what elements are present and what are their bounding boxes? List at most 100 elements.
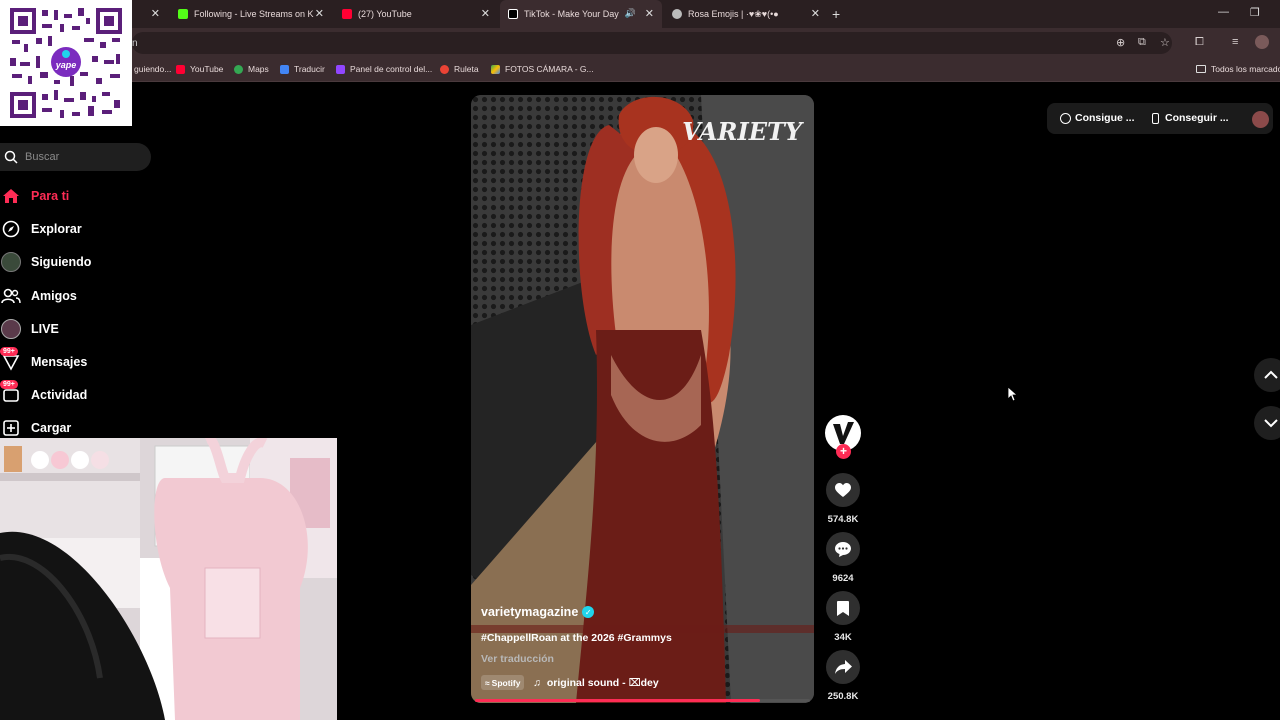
like-button[interactable]	[826, 473, 860, 507]
video-author[interactable]: varietymagazine ✓	[481, 605, 595, 619]
translate-link[interactable]: Ver traducción	[481, 653, 554, 665]
browser-tab-strip: ✕ Following - Live Streams on Ki... ✕ (2…	[0, 0, 1280, 28]
close-tab-icon[interactable]: ✕	[315, 8, 324, 20]
sidebar-item-label: Cargar	[31, 421, 72, 435]
media-control-icon[interactable]: ≡	[1232, 36, 1238, 48]
tiktok-favicon-icon	[508, 9, 518, 19]
sidebar-item-actividad[interactable]: 99+ Actividad	[0, 380, 88, 407]
video-caption[interactable]: #ChappellRoan at the 2026 #Grammys	[481, 632, 672, 644]
close-tab-icon[interactable]: ✕	[481, 8, 490, 20]
sidebar-item-para-ti[interactable]: Para ti	[0, 184, 69, 208]
bookmark-icon	[837, 600, 849, 616]
close-tab-icon[interactable]: ✕	[811, 8, 820, 20]
browser-tab[interactable]: Rosa Emojis | ·♥❀♥(•● ✕	[664, 0, 828, 28]
search-input[interactable]: Buscar	[0, 143, 151, 171]
sound-link[interactable]: ♫ original sound - ⌧dey	[533, 677, 659, 689]
previous-video-button[interactable]	[1254, 358, 1280, 392]
close-tab-icon[interactable]: ✕	[645, 8, 654, 20]
sidebar-item-live[interactable]: LIVE	[0, 317, 59, 341]
spotify-button[interactable]: ≈ Spotify	[481, 675, 525, 690]
bookmark-item[interactable]: Traducir	[280, 64, 325, 74]
extensions-icon[interactable]: ⧠	[1195, 36, 1204, 49]
mouse-cursor-icon	[1008, 387, 1018, 401]
restore-icon[interactable]: ❐	[1250, 6, 1260, 19]
webcam-feed-image	[0, 438, 337, 720]
browser-toolbar: n ⊕ ⧉ ☆ ⧠ ≡	[0, 28, 1280, 58]
sidebar-item-cargar[interactable]: Cargar	[0, 416, 71, 440]
share-count: 250.8K	[827, 691, 859, 702]
comment-button[interactable]	[826, 532, 860, 566]
sidebar-item-mensajes[interactable]: 99+ Mensajes	[0, 347, 88, 374]
bookmark-item[interactable]: FOTOS CÁMARA - G...	[491, 64, 594, 74]
search-placeholder: Buscar	[25, 151, 60, 163]
bookmark-label: Panel de control del...	[350, 64, 433, 74]
close-tab-icon[interactable]: ✕	[151, 8, 160, 20]
get-coins-button[interactable]: Consigue ...	[1060, 112, 1135, 124]
music-note-icon: ♫	[533, 677, 541, 689]
tab-label: TikTok - Make Your Day	[524, 9, 619, 19]
youtube-favicon-icon	[342, 9, 352, 19]
browser-tab[interactable]: Following - Live Streams on Ki... ✕	[170, 0, 332, 28]
profile-avatar-icon[interactable]	[1255, 35, 1269, 49]
share-arrow-icon	[834, 660, 852, 674]
bookmark-label: YouTube	[190, 64, 224, 74]
bookmark-item[interactable]: Panel de control del...	[336, 64, 432, 74]
upload-icon	[0, 417, 22, 439]
tab-label: (27) YouTube	[358, 9, 412, 19]
messages-icon: 99+	[0, 347, 22, 373]
following-avatar-icon	[0, 251, 22, 273]
qr-code-overlay: yape	[0, 0, 132, 126]
speaker-icon[interactable]: 🔊	[625, 8, 636, 19]
maps-icon	[234, 64, 243, 74]
kick-favicon-icon	[178, 9, 188, 19]
sidebar-item-amigos[interactable]: Amigos	[0, 284, 77, 308]
sidebar-item-label: Mensajes	[31, 355, 88, 369]
next-video-button[interactable]	[1254, 406, 1280, 440]
save-button[interactable]	[826, 591, 860, 625]
user-avatar[interactable]	[1252, 111, 1269, 128]
tab-label: Rosa Emojis | ·♥❀♥(•●	[688, 8, 779, 19]
variety-watermark: VARIETY	[682, 117, 805, 146]
new-tab-icon[interactable]: +	[832, 6, 840, 22]
bookmark-label: Traducir	[294, 64, 325, 74]
follow-button[interactable]: +	[836, 444, 851, 459]
get-coins-label: Consigue ...	[1075, 112, 1135, 124]
drive-icon	[491, 64, 500, 74]
wheel-icon	[440, 64, 449, 74]
comment-icon	[835, 541, 851, 557]
minimize-icon[interactable]: —	[1218, 6, 1229, 18]
star-bookmark-icon[interactable]: ☆	[1160, 36, 1170, 49]
sidebar-item-explorar[interactable]: Explorar	[0, 217, 82, 241]
all-bookmarks[interactable]: Todos los marcado	[1196, 64, 1280, 74]
zoom-icon[interactable]: ⊕	[1116, 36, 1125, 49]
bookmarks-bar: guiendo... YouTube Maps Traducir Panel d…	[0, 58, 1280, 82]
bookmark-item[interactable]: Ruleta	[440, 64, 479, 74]
sound-label: original sound - ⌧dey	[546, 677, 659, 689]
bookmark-item[interactable]: guiendo...	[134, 64, 171, 74]
sidebar-item-siguiendo[interactable]: Siguiendo	[0, 250, 91, 274]
youtube-icon	[176, 64, 185, 74]
address-bar[interactable]	[132, 32, 1172, 54]
get-app-label: Conseguir ...	[1165, 112, 1229, 124]
browser-tab[interactable]: (27) YouTube ✕	[334, 0, 498, 28]
chevron-down-icon	[1264, 419, 1278, 428]
video-progress-bar[interactable]	[475, 699, 810, 702]
sidebar-item-label: LIVE	[31, 322, 59, 336]
sidebar-item-label: Actividad	[31, 388, 88, 402]
browser-tab-active[interactable]: TikTok - Make Your Day 🔊 ✕	[500, 0, 662, 28]
sidebar-item-label: Siguiendo	[31, 255, 92, 269]
bookmark-item[interactable]: YouTube	[176, 64, 223, 74]
browser-tab[interactable]: ✕	[132, 0, 168, 28]
search-icon	[4, 150, 18, 164]
heart-icon	[835, 482, 851, 497]
home-icon	[0, 185, 22, 207]
activity-icon: 99+	[0, 380, 22, 406]
share-button[interactable]	[826, 650, 860, 684]
sidebar-item-label: Para ti	[31, 189, 70, 203]
get-app-button[interactable]: Conseguir ...	[1152, 112, 1229, 124]
notification-badge: 99+	[0, 347, 18, 356]
live-icon	[0, 318, 22, 340]
folder-icon	[1196, 65, 1206, 73]
bookmark-item[interactable]: Maps	[234, 64, 269, 74]
cast-icon[interactable]: ⧉	[1138, 36, 1146, 49]
